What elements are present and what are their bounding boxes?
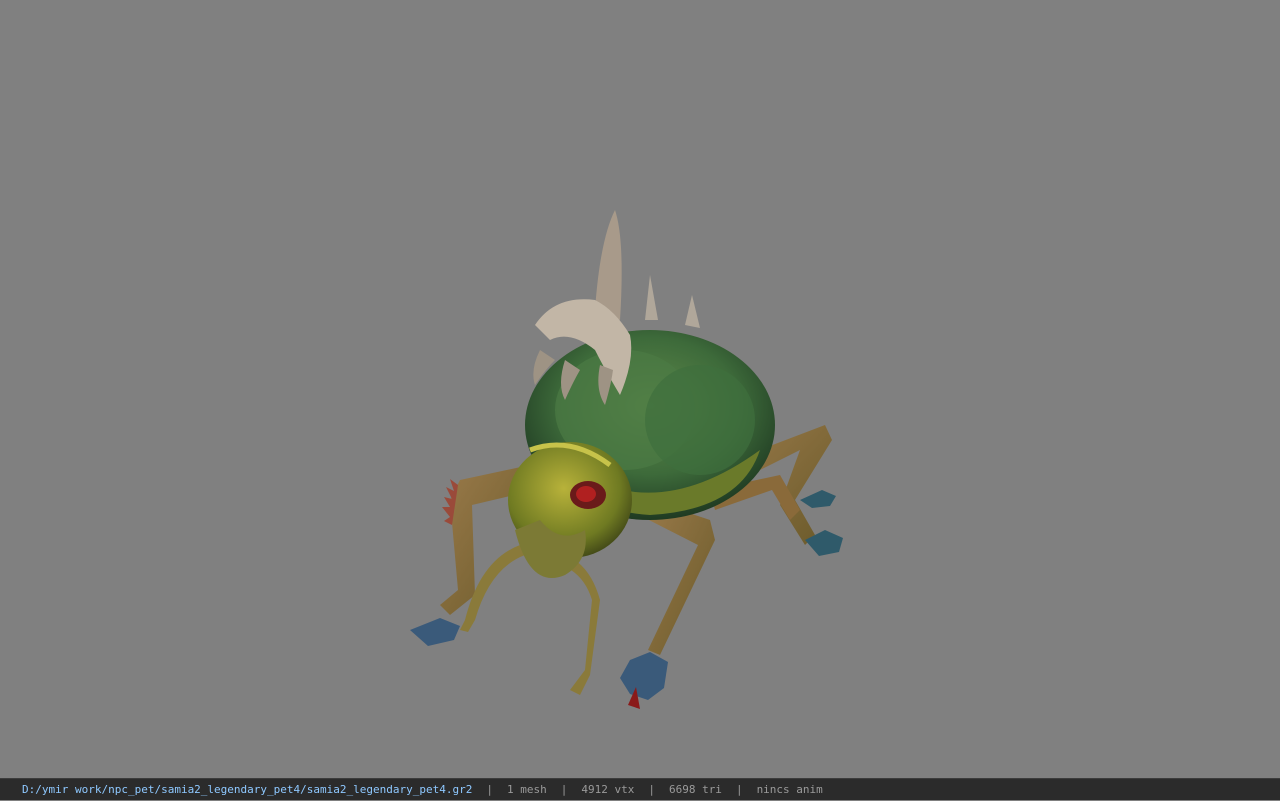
file-path-label: D:/ymir work/npc_pet/samia2_legendary_pe… xyxy=(22,782,473,796)
status-separator: | xyxy=(560,782,568,796)
status-separator: | xyxy=(648,782,655,796)
vertex-count-label: 4912 vtx xyxy=(581,782,635,796)
animation-status-label: nincs anim xyxy=(756,782,823,796)
status-bar: D:/ymir work/npc_pet/samia2_legendary_pe… xyxy=(0,778,1280,800)
status-separator: | xyxy=(735,782,743,796)
3d-viewport[interactable] xyxy=(0,0,1280,778)
beetle-creature-model xyxy=(410,210,843,709)
triangle-count-label: 6698 tri xyxy=(668,782,722,796)
status-separator: | xyxy=(486,782,493,796)
mesh-count-label: 1 mesh xyxy=(506,782,547,796)
